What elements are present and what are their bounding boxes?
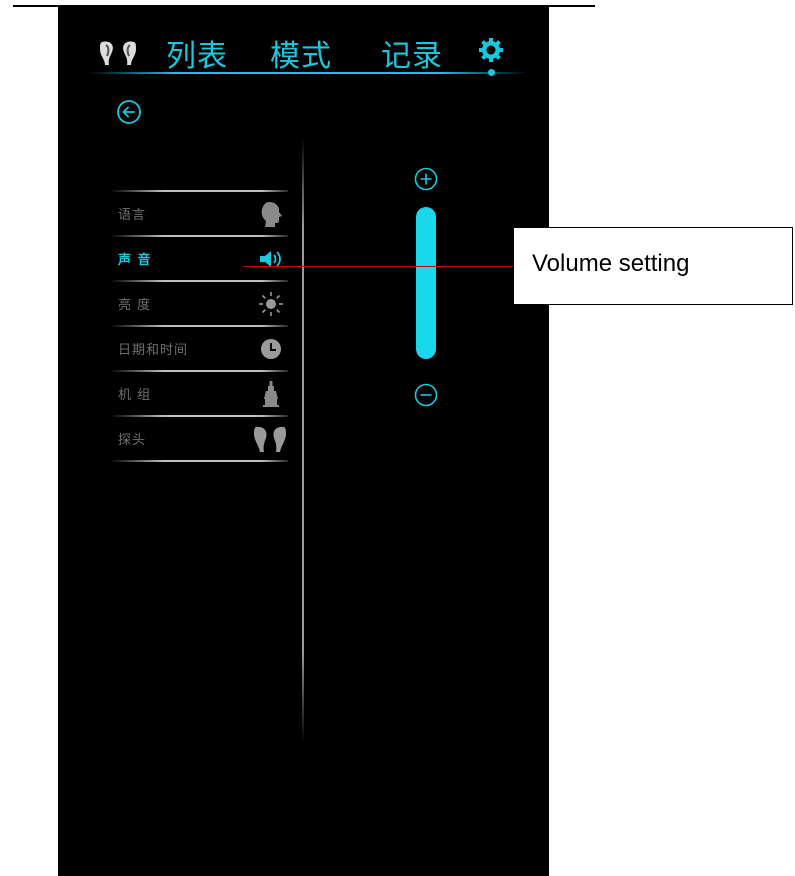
menu-item-probe[interactable]: 探头 xyxy=(110,417,288,460)
menu-item-label: 语言 xyxy=(118,208,147,223)
active-tab-indicator xyxy=(488,69,495,76)
unit-icon xyxy=(263,381,279,407)
plus-circle-icon[interactable] xyxy=(414,167,438,191)
menu-item-label: 机 组 xyxy=(118,388,152,403)
menu-item-language[interactable]: 语言 xyxy=(110,192,288,235)
menu-item-label: 探头 xyxy=(118,433,147,448)
minus-circle-icon[interactable] xyxy=(414,383,438,407)
speaker-icon xyxy=(260,251,281,267)
gear-icon[interactable] xyxy=(478,37,504,63)
tab-records[interactable]: 记录 xyxy=(381,31,443,75)
header-underline xyxy=(88,72,528,74)
vertical-divider xyxy=(302,137,304,742)
volume-slider[interactable] xyxy=(416,207,436,359)
menu-item-label: 日期和时间 xyxy=(118,343,189,358)
menu-separator xyxy=(110,460,288,462)
tab-mode[interactable]: 模式 xyxy=(270,31,332,75)
earbuds-icon[interactable] xyxy=(98,39,138,67)
head-icon xyxy=(261,202,282,227)
menu-item-sound[interactable]: 声 音 xyxy=(110,237,288,280)
probe-icon xyxy=(254,426,286,452)
sun-icon xyxy=(259,292,283,316)
tab-list[interactable]: 列表 xyxy=(166,31,228,75)
clock-icon xyxy=(261,339,281,359)
menu-item-label: 亮 度 xyxy=(118,298,152,313)
phone-screen: 列表 模式 记录 语言 声 音 亮 度 日期和时间 机 组 探头 xyxy=(58,7,549,876)
menu-item-unit[interactable]: 机 组 xyxy=(110,372,288,415)
callout-box: Volume setting xyxy=(513,227,793,305)
settings-menu: 语言 声 音 亮 度 日期和时间 机 组 探头 xyxy=(110,190,288,462)
menu-item-date-time[interactable]: 日期和时间 xyxy=(110,327,288,370)
callout-line xyxy=(243,266,513,267)
back-arrow-icon[interactable] xyxy=(116,99,142,125)
callout-text: Volume setting xyxy=(532,250,690,277)
menu-item-brightness[interactable]: 亮 度 xyxy=(110,282,288,325)
menu-item-label: 声 音 xyxy=(118,253,152,268)
